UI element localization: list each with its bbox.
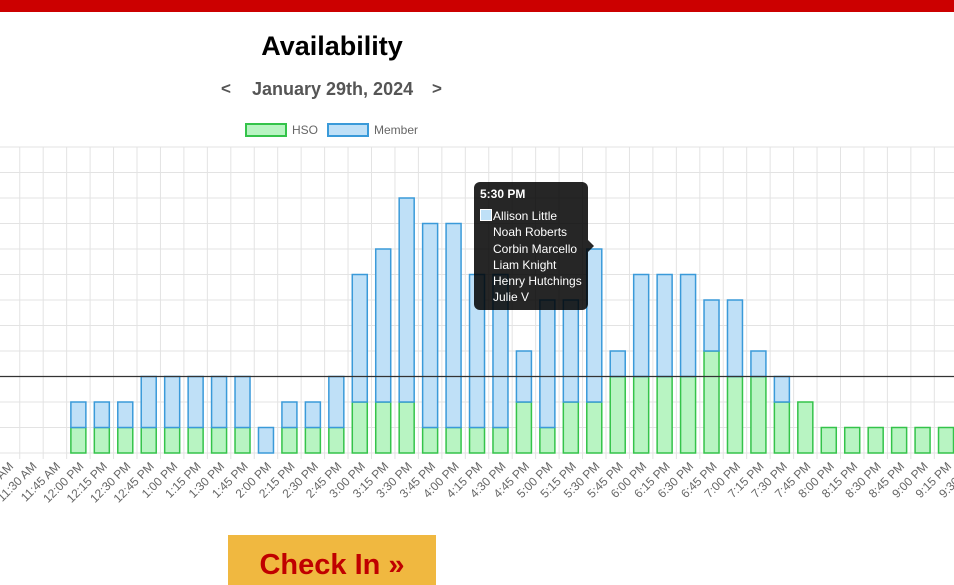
bar-member <box>703 299 720 352</box>
legend-swatch-hso <box>245 123 287 137</box>
bar-member <box>117 401 134 429</box>
bar-hso <box>421 426 439 454</box>
bar-hso <box>937 426 954 454</box>
tooltip-name: Julie V <box>493 290 530 305</box>
bar-member <box>445 222 462 429</box>
bar-hso <box>703 350 720 454</box>
bar-member <box>656 273 673 378</box>
bar-member <box>539 299 556 429</box>
bar-member <box>163 375 181 429</box>
bar-member <box>257 426 275 454</box>
bar-hso <box>632 375 650 454</box>
bar-hso <box>445 426 462 454</box>
tooltip-name: Henry Hutchings <box>493 274 582 289</box>
bar-member <box>328 375 345 429</box>
bar-member <box>140 375 157 429</box>
bar-hso <box>914 426 931 454</box>
bar-hso <box>820 426 838 454</box>
bar-hso <box>140 426 157 454</box>
bar-member <box>750 350 767 378</box>
current-date: January 29th, 2024 <box>252 79 414 99</box>
top-bar <box>0 0 954 12</box>
tooltip-names: Allison Little Noah Roberts Corbin Marce… <box>493 208 582 306</box>
date-navigation: < January 29th, 2024 > <box>0 79 954 103</box>
bar-hso <box>328 426 345 454</box>
bar-member <box>281 401 298 429</box>
bar-member <box>586 248 603 403</box>
availability-chart: 11:15 AM11:30 AM11:45 AM12:00 PM12:15 PM… <box>0 123 954 505</box>
tooltip-name: Corbin Marcello <box>493 241 578 256</box>
previous-day-button[interactable]: < <box>221 79 231 99</box>
bar-hso <box>374 401 392 454</box>
bar-hso <box>539 426 556 454</box>
bar-hso <box>351 401 369 454</box>
next-day-button[interactable]: > <box>432 79 442 99</box>
bar-hso <box>843 426 861 454</box>
bar-member <box>398 197 415 403</box>
bar-member <box>93 401 111 429</box>
bar-hso <box>468 426 486 454</box>
bar-hso <box>867 426 884 454</box>
bar-hso <box>890 426 908 454</box>
chart-tooltip: 5:30 PM Allison Little Noah Roberts Corb… <box>474 182 588 310</box>
bar-hso <box>773 401 791 454</box>
bar-hso <box>726 375 744 454</box>
legend-label-member: Member <box>374 123 418 137</box>
bar-member <box>421 222 439 429</box>
bar-member <box>562 299 580 403</box>
bar-member <box>609 350 626 378</box>
tooltip-swatch <box>480 209 492 221</box>
bar-hso <box>492 426 509 454</box>
bar-hso <box>93 426 111 454</box>
bar-member <box>70 401 87 429</box>
bar-member <box>726 299 744 378</box>
bar-hso <box>210 426 228 454</box>
bar-member <box>351 273 369 403</box>
bar-member <box>187 375 204 429</box>
bar-hso <box>117 426 134 454</box>
bar-hso <box>187 426 204 454</box>
bar-hso <box>679 375 697 454</box>
tooltip-name: Noah Roberts <box>493 225 568 240</box>
bar-hso <box>586 401 603 454</box>
bar-member <box>210 375 228 429</box>
bar-hso <box>515 401 533 454</box>
bar-hso <box>163 426 181 454</box>
bar-hso <box>281 426 298 454</box>
bar-member <box>679 273 697 378</box>
legend-swatch-member <box>327 123 369 137</box>
bar-hso <box>656 375 673 454</box>
bar-member <box>773 375 791 403</box>
bar-hso <box>304 426 322 454</box>
tooltip-name: Liam Knight <box>493 257 557 272</box>
tooltip-name: Allison Little <box>493 209 558 223</box>
bar-member <box>234 375 251 429</box>
bar-member <box>632 273 650 378</box>
bar-hso <box>70 426 87 454</box>
page-title: Availability <box>261 31 403 61</box>
bar-member <box>304 401 322 429</box>
bar-hso <box>562 401 580 454</box>
legend-label-hso: HSO <box>292 123 318 137</box>
tooltip-arrow <box>588 240 594 252</box>
bar-hso <box>609 375 626 454</box>
bar-hso <box>398 401 415 454</box>
tooltip-title: 5:30 PM <box>480 187 526 201</box>
bar-hso <box>797 401 814 454</box>
bar-member <box>374 248 392 403</box>
bar-hso <box>234 426 251 454</box>
bar-hso <box>750 375 767 454</box>
